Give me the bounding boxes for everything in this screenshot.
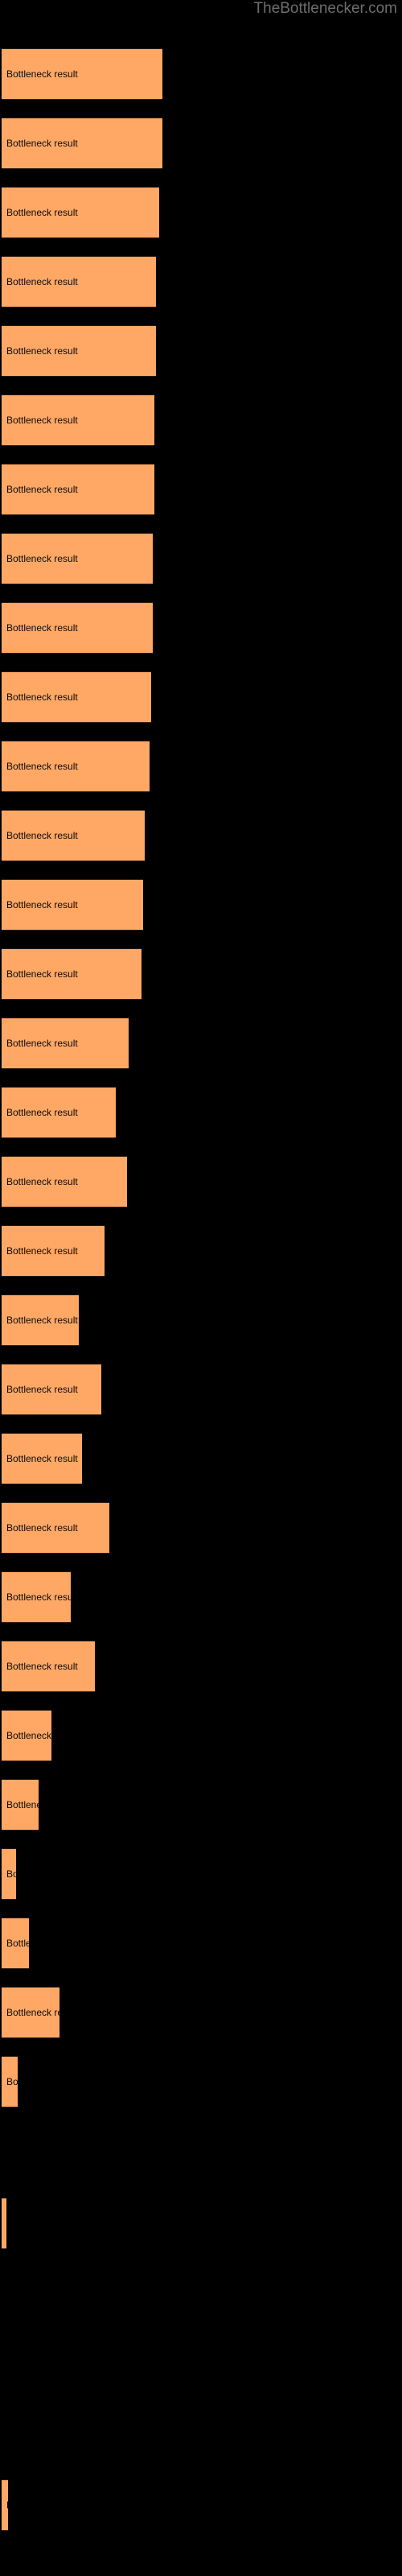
bar-label-clip: Bottleneck result	[2, 325, 156, 377]
bar-row[interactable]: Bottleneck result	[0, 1571, 402, 1623]
bar-label: Bottleneck result	[6, 207, 78, 218]
bar-row[interactable]: Bottleneck result	[0, 48, 402, 100]
bar-label: Bottleneck result	[6, 1591, 71, 1603]
bar-label-clip: Bottleneck result	[2, 810, 145, 861]
bar-label-clip: Bottleneck result	[2, 394, 154, 446]
bar-row[interactable]: Bottleneck result	[0, 1294, 402, 1346]
bar-label-clip: Bottleneck result	[2, 1987, 59, 2038]
bar-label: Bottleneck result	[6, 415, 78, 426]
bar-label: Bottleneck result	[6, 1176, 78, 1187]
bar-label: Bottleneck result	[6, 2500, 8, 2511]
bar-label-clip: Bottleneck result	[2, 1364, 101, 1415]
bar-row[interactable]: Bottleneck result	[0, 810, 402, 861]
bar-row[interactable]: Bottleneck result	[0, 948, 402, 1000]
bar-label: Bottleneck result	[6, 1453, 78, 1464]
bar-label-clip: Bottleneck result	[2, 1779, 39, 1831]
bar-label-clip: Bottleneck result	[2, 1641, 95, 1692]
bar-label-clip: Bottleneck result	[2, 48, 162, 100]
bar-label-clip: Bottleneck result	[2, 187, 159, 238]
bar-row[interactable]: Bottleneck result	[0, 1987, 402, 2038]
bar-label: Bottleneck result	[6, 691, 78, 703]
bar-label-clip: Bottleneck result	[2, 602, 153, 654]
bar-label-clip: Bottleneck result	[2, 2198, 6, 2249]
bar-label-clip: Bottleneck result	[2, 879, 143, 931]
bar-list: Bottleneck result Bottleneck result Bottle…	[0, 0, 402, 2576]
bar-row[interactable]: Bottleneck result	[0, 1087, 402, 1138]
bar-label: Bottleneck result	[6, 2007, 59, 2018]
bar-label: Bottleneck result	[6, 1107, 78, 1118]
bar-label-clip: Bottleneck result	[2, 1433, 82, 1484]
bar-row[interactable]: Bottleneck result	[0, 1779, 402, 1831]
bar-row[interactable]: Bottleneck result	[0, 1641, 402, 1692]
bar-label: Bottleneck result	[6, 968, 78, 980]
bar-label: Bottleneck result	[6, 622, 78, 634]
bar-label: Bottleneck result	[6, 830, 78, 841]
bar-label-clip: Bottleneck result	[2, 1502, 109, 1554]
bar-label-clip: Bottleneck result	[2, 741, 150, 792]
bar-row[interactable]: Bottleneck result	[0, 2056, 402, 2107]
bar-label: Bottleneck result	[6, 1384, 78, 1395]
bar-label-clip: Bottleneck result	[2, 1571, 71, 1623]
bar-label: Bottleneck result	[6, 761, 78, 772]
bar-label: Bottleneck result	[6, 68, 78, 80]
bar-label: Bottleneck result	[6, 1938, 29, 1949]
bar-label: Bottleneck result	[6, 1522, 78, 1534]
bar-label: Bottleneck result	[6, 2076, 18, 2087]
bar-row[interactable]: Bottleneck result	[0, 325, 402, 377]
bar-row[interactable]: Bottleneck result	[0, 1710, 402, 1761]
bar-row[interactable]: Bottleneck result	[0, 118, 402, 169]
bar-row[interactable]: Bottleneck result	[0, 1018, 402, 1069]
bar-row[interactable]: Bottleneck result	[0, 1433, 402, 1484]
bar-row[interactable]: Bottleneck result	[0, 256, 402, 308]
bar-row[interactable]: Bottleneck result	[0, 394, 402, 446]
bar-row[interactable]: Bottleneck result	[0, 1918, 402, 1969]
bar-label: Bottleneck result	[6, 138, 78, 149]
bar-row[interactable]: Bottleneck result	[0, 879, 402, 931]
bar-label-clip: Bottleneck result	[2, 2479, 8, 2531]
bar-row[interactable]: Bottleneck result	[0, 1502, 402, 1554]
bar-row[interactable]: Bottleneck result	[0, 741, 402, 792]
bar-label: Bottleneck result	[6, 1661, 78, 1672]
bottleneck-chart: TheBottlenecker.com Bottleneck result Bot…	[0, 0, 402, 2576]
bar-label-clip: Bottleneck result	[2, 1156, 127, 1208]
bar-row[interactable]: Bottleneck result	[0, 602, 402, 654]
bar-label-clip: Bottleneck result	[2, 118, 162, 169]
bar-row[interactable]: Bottleneck result	[0, 1225, 402, 1277]
bar-label-clip: Bottleneck result	[2, 533, 153, 584]
bar-label: Bottleneck result	[6, 276, 78, 287]
bar-row[interactable]: Bottleneck result	[0, 533, 402, 584]
bar-label-clip: Bottleneck result	[2, 1018, 129, 1069]
bar-row[interactable]: Bottleneck result	[0, 187, 402, 238]
bar-row[interactable]: Bottleneck result	[0, 1156, 402, 1208]
bar-label: Bottleneck result	[6, 1730, 51, 1741]
bar-row[interactable]: Bottleneck result	[0, 1364, 402, 1415]
bar-row[interactable]: Bottleneck result	[0, 2198, 402, 2249]
bar-label: Bottleneck result	[6, 1868, 16, 1880]
bar-label-clip: Bottleneck result	[2, 464, 154, 515]
bar-label-clip: Bottleneck result	[2, 671, 151, 723]
bar-label-clip: Bottleneck result	[2, 1294, 79, 1346]
bar-label-clip: Bottleneck result	[2, 2056, 18, 2107]
bar-label-clip: Bottleneck result	[2, 1710, 51, 1761]
bar-label: Bottleneck result	[6, 1245, 78, 1257]
bar-label-clip: Bottleneck result	[2, 1225, 105, 1277]
bar-label: Bottleneck result	[6, 1315, 78, 1326]
bar-row[interactable]: Bottleneck result	[0, 2479, 402, 2531]
bar-label-clip: Bottleneck result	[2, 1087, 116, 1138]
bar-label: Bottleneck result	[6, 1038, 78, 1049]
bar-label: Bottleneck result	[6, 484, 78, 495]
bar-label-clip: Bottleneck result	[2, 256, 156, 308]
bar-label-clip: Bottleneck result	[2, 1848, 16, 1900]
bar-label: Bottleneck result	[6, 899, 78, 910]
bar-label-clip: Bottleneck result	[2, 948, 142, 1000]
bar-label: Bottleneck result	[6, 345, 78, 357]
bar-row[interactable]: Bottleneck result	[0, 1848, 402, 1900]
bar-row[interactable]: Bottleneck result	[0, 671, 402, 723]
bar-label: Bottleneck result	[6, 553, 78, 564]
bar-label: Bottleneck result	[6, 1799, 39, 1810]
bar-row[interactable]: Bottleneck result	[0, 464, 402, 515]
bar-label-clip: Bottleneck result	[2, 1918, 29, 1969]
